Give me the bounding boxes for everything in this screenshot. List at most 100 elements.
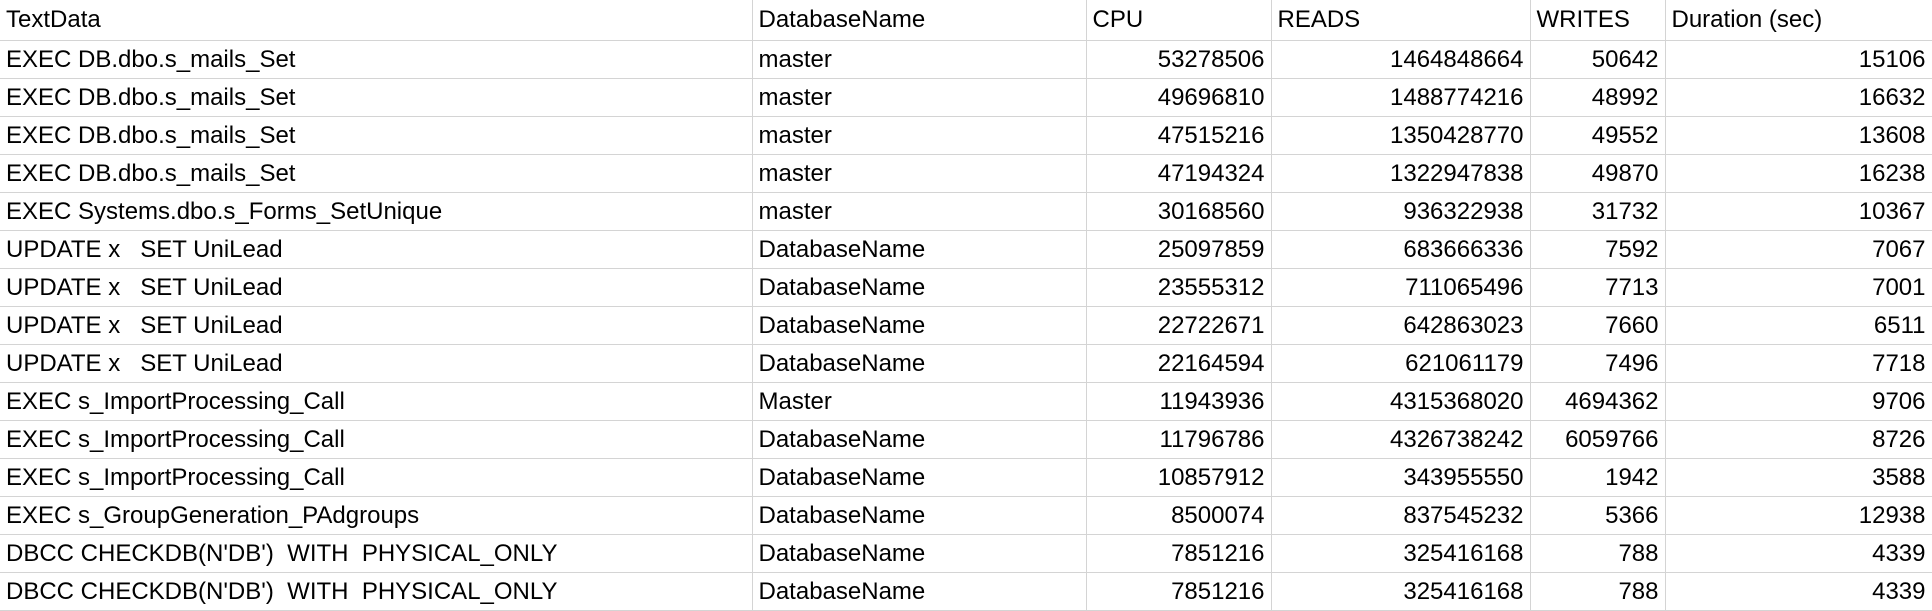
cell-databasename[interactable]: master bbox=[752, 192, 1087, 231]
cell-duration[interactable]: 8726 bbox=[1665, 420, 1932, 459]
cell-cpu[interactable]: 7851216 bbox=[1086, 534, 1272, 573]
cell-cpu[interactable]: 22722671 bbox=[1086, 306, 1272, 345]
cell-textdata[interactable]: EXEC DB.dbo.s_mails_Set bbox=[0, 40, 753, 79]
cell-writes[interactable]: 49870 bbox=[1530, 154, 1666, 193]
cell-databasename[interactable]: DatabaseName bbox=[752, 420, 1087, 459]
cell-writes[interactable]: 50642 bbox=[1530, 40, 1666, 79]
cell-reads[interactable]: 621061179 bbox=[1271, 344, 1531, 383]
cell-duration[interactable]: 7067 bbox=[1665, 230, 1932, 269]
cell-databasename[interactable]: DatabaseName bbox=[752, 572, 1087, 611]
cell-duration[interactable]: 16632 bbox=[1665, 78, 1932, 117]
cell-duration[interactable]: 10367 bbox=[1665, 192, 1932, 231]
header-cell-duration[interactable]: Duration (sec) bbox=[1665, 0, 1932, 41]
cell-textdata[interactable]: EXEC DB.dbo.s_mails_Set bbox=[0, 154, 753, 193]
cell-textdata[interactable]: UPDATE x SET UniLead bbox=[0, 230, 753, 269]
cell-writes[interactable]: 48992 bbox=[1530, 78, 1666, 117]
cell-writes[interactable]: 788 bbox=[1530, 572, 1666, 611]
cell-textdata[interactable]: EXEC s_ImportProcessing_Call bbox=[0, 382, 753, 421]
cell-cpu[interactable]: 7851216 bbox=[1086, 572, 1272, 611]
table-row: EXEC s_ImportProcessing_Call Master 119439… bbox=[0, 382, 1932, 421]
table-row: UPDATE x SET UniLead DatabaseName 22722671… bbox=[0, 306, 1932, 345]
cell-databasename[interactable]: DatabaseName bbox=[752, 534, 1087, 573]
cell-writes[interactable]: 4694362 bbox=[1530, 382, 1666, 421]
cell-reads[interactable]: 936322938 bbox=[1271, 192, 1531, 231]
cell-cpu[interactable]: 8500074 bbox=[1086, 496, 1272, 535]
cell-reads[interactable]: 4326738242 bbox=[1271, 420, 1531, 459]
cell-databasename[interactable]: master bbox=[752, 116, 1087, 155]
cell-cpu[interactable]: 30168560 bbox=[1086, 192, 1272, 231]
cell-cpu[interactable]: 23555312 bbox=[1086, 268, 1272, 307]
cell-databasename[interactable]: master bbox=[752, 154, 1087, 193]
header-cell-reads[interactable]: READS bbox=[1271, 0, 1531, 41]
cell-reads[interactable]: 642863023 bbox=[1271, 306, 1531, 345]
cell-duration[interactable]: 15106 bbox=[1665, 40, 1932, 79]
cell-writes[interactable]: 7713 bbox=[1530, 268, 1666, 307]
cell-textdata[interactable]: EXEC Systems.dbo.s_Forms_SetUnique bbox=[0, 192, 753, 231]
cell-textdata[interactable]: DBCC CHECKDB(N'DB') WITH PHYSICAL_ONLY bbox=[0, 534, 753, 573]
cell-reads[interactable]: 1464848664 bbox=[1271, 40, 1531, 79]
cell-databasename[interactable]: master bbox=[752, 40, 1087, 79]
cell-databasename[interactable]: DatabaseName bbox=[752, 306, 1087, 345]
cell-reads[interactable]: 837545232 bbox=[1271, 496, 1531, 535]
cell-duration[interactable]: 7001 bbox=[1665, 268, 1932, 307]
cell-writes[interactable]: 49552 bbox=[1530, 116, 1666, 155]
cell-writes[interactable]: 7496 bbox=[1530, 344, 1666, 383]
cell-duration[interactable]: 7718 bbox=[1665, 344, 1932, 383]
cell-writes[interactable]: 7660 bbox=[1530, 306, 1666, 345]
cell-textdata[interactable]: DBCC CHECKDB(N'DB') WITH PHYSICAL_ONLY bbox=[0, 572, 753, 611]
cell-duration[interactable]: 9706 bbox=[1665, 382, 1932, 421]
cell-textdata[interactable]: UPDATE x SET UniLead bbox=[0, 268, 753, 307]
cell-duration[interactable]: 16238 bbox=[1665, 154, 1932, 193]
spreadsheet-grid: TextData DatabaseName CPU READS WRITES D… bbox=[0, 0, 1932, 611]
cell-writes[interactable]: 5366 bbox=[1530, 496, 1666, 535]
cell-duration[interactable]: 13608 bbox=[1665, 116, 1932, 155]
cell-writes[interactable]: 1942 bbox=[1530, 458, 1666, 497]
cell-textdata[interactable]: EXEC DB.dbo.s_mails_Set bbox=[0, 78, 753, 117]
cell-textdata[interactable]: EXEC s_ImportProcessing_Call bbox=[0, 458, 753, 497]
cell-cpu[interactable]: 11796786 bbox=[1086, 420, 1272, 459]
cell-cpu[interactable]: 22164594 bbox=[1086, 344, 1272, 383]
cell-databasename[interactable]: Master bbox=[752, 382, 1087, 421]
cell-cpu[interactable]: 53278506 bbox=[1086, 40, 1272, 79]
cell-textdata[interactable]: EXEC DB.dbo.s_mails_Set bbox=[0, 116, 753, 155]
cell-cpu[interactable]: 10857912 bbox=[1086, 458, 1272, 497]
cell-reads[interactable]: 683666336 bbox=[1271, 230, 1531, 269]
cell-textdata[interactable]: UPDATE x SET UniLead bbox=[0, 344, 753, 383]
cell-duration[interactable]: 4339 bbox=[1665, 572, 1932, 611]
cell-reads[interactable]: 343955550 bbox=[1271, 458, 1531, 497]
header-cell-databasename[interactable]: DatabaseName bbox=[752, 0, 1087, 41]
cell-duration[interactable]: 4339 bbox=[1665, 534, 1932, 573]
header-cell-writes[interactable]: WRITES bbox=[1530, 0, 1666, 41]
cell-databasename[interactable]: master bbox=[752, 78, 1087, 117]
cell-databasename[interactable]: DatabaseName bbox=[752, 458, 1087, 497]
cell-duration[interactable]: 12938 bbox=[1665, 496, 1932, 535]
cell-databasename[interactable]: DatabaseName bbox=[752, 230, 1087, 269]
cell-reads[interactable]: 325416168 bbox=[1271, 534, 1531, 573]
cell-textdata[interactable]: EXEC s_GroupGeneration_PAdgroups bbox=[0, 496, 753, 535]
cell-databasename[interactable]: DatabaseName bbox=[752, 268, 1087, 307]
cell-textdata[interactable]: EXEC s_ImportProcessing_Call bbox=[0, 420, 753, 459]
cell-writes[interactable]: 7592 bbox=[1530, 230, 1666, 269]
cell-cpu[interactable]: 49696810 bbox=[1086, 78, 1272, 117]
cell-duration[interactable]: 3588 bbox=[1665, 458, 1932, 497]
cell-reads[interactable]: 1488774216 bbox=[1271, 78, 1531, 117]
cell-databasename[interactable]: DatabaseName bbox=[752, 344, 1087, 383]
cell-cpu[interactable]: 47194324 bbox=[1086, 154, 1272, 193]
cell-cpu[interactable]: 47515216 bbox=[1086, 116, 1272, 155]
cell-writes[interactable]: 788 bbox=[1530, 534, 1666, 573]
cell-textdata[interactable]: UPDATE x SET UniLead bbox=[0, 306, 753, 345]
table-row: EXEC DB.dbo.s_mails_Set master 53278506 146… bbox=[0, 40, 1932, 79]
cell-writes[interactable]: 31732 bbox=[1530, 192, 1666, 231]
cell-duration[interactable]: 6511 bbox=[1665, 306, 1932, 345]
cell-reads[interactable]: 4315368020 bbox=[1271, 382, 1531, 421]
cell-cpu[interactable]: 25097859 bbox=[1086, 230, 1272, 269]
cell-cpu[interactable]: 11943936 bbox=[1086, 382, 1272, 421]
cell-reads[interactable]: 711065496 bbox=[1271, 268, 1531, 307]
header-cell-textdata[interactable]: TextData bbox=[0, 0, 753, 41]
header-cell-cpu[interactable]: CPU bbox=[1086, 0, 1272, 41]
cell-databasename[interactable]: DatabaseName bbox=[752, 496, 1087, 535]
cell-writes[interactable]: 6059766 bbox=[1530, 420, 1666, 459]
cell-reads[interactable]: 1322947838 bbox=[1271, 154, 1531, 193]
cell-reads[interactable]: 1350428770 bbox=[1271, 116, 1531, 155]
cell-reads[interactable]: 325416168 bbox=[1271, 572, 1531, 611]
